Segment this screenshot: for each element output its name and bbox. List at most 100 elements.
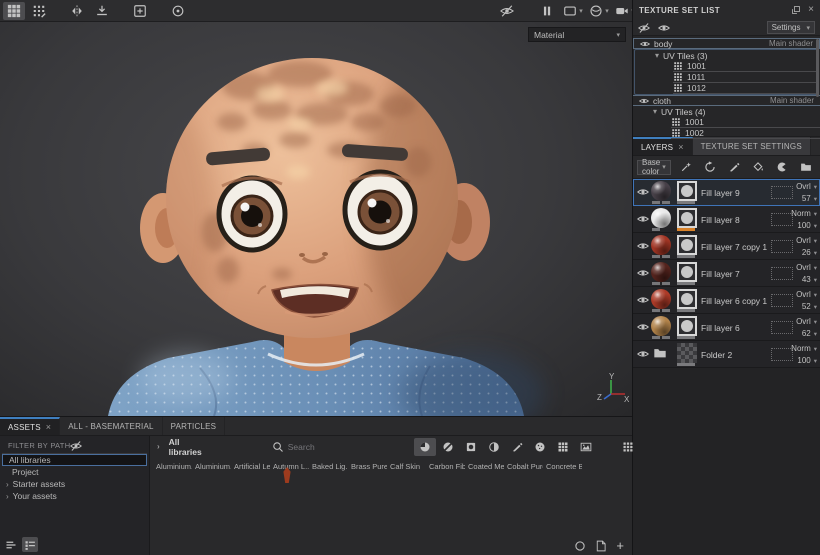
uv-tiles-header[interactable]: ▾UV Tiles (3) (635, 50, 818, 61)
hide-filter-icon[interactable] (70, 440, 82, 452)
search-input[interactable] (288, 442, 408, 452)
layer-name[interactable]: Fill layer 7 copy 1 (701, 242, 767, 252)
blend-mode-dropdown[interactable]: Ovrl▾ (796, 235, 817, 247)
layer-mask-thumbnail[interactable] (677, 262, 697, 282)
filter-smart-masks-icon[interactable] (460, 438, 482, 456)
library-item-starter-assets[interactable]: ›Starter assets (2, 478, 147, 490)
symmetry-x-icon[interactable] (66, 2, 88, 20)
layer-row[interactable]: Fill layer 8 Norm▾ 100▾ (633, 206, 820, 233)
layer-name[interactable]: Fill layer 6 (701, 323, 740, 333)
uv-tile-row[interactable]: 1002 (671, 128, 820, 139)
uv-tile-row[interactable]: 1011 (673, 72, 818, 83)
add-group-icon[interactable] (795, 158, 817, 176)
add-effect-icon[interactable] (675, 158, 697, 176)
layer-row[interactable]: Fill layer 6 Ovrl▾ 62▾ (633, 314, 820, 341)
layer-row[interactable]: Fill layer 7 copy 1 Ovrl▾ 26▾ (633, 233, 820, 260)
filter-filters-icon[interactable] (483, 438, 505, 456)
uv-tile-paint-icon[interactable] (28, 2, 50, 20)
layer-mask-thumbnail[interactable] (677, 289, 697, 309)
add-fill-layer-icon[interactable] (747, 158, 769, 176)
layer-name[interactable]: Fill layer 6 copy 1 (701, 296, 767, 306)
layer-opacity-dropdown[interactable]: 43▾ (796, 274, 817, 286)
shader-mode-icon[interactable]: ▾ (588, 2, 610, 20)
layer-mask-thumbnail[interactable] (677, 181, 697, 201)
search-box[interactable] (272, 441, 408, 453)
center-pivot-icon[interactable] (167, 2, 189, 20)
layer-mask-thumbnail[interactable] (677, 316, 697, 336)
library-item-project[interactable]: Project (2, 466, 147, 478)
blend-mode-dropdown[interactable]: Ovrl▾ (796, 262, 817, 274)
layer-opacity-dropdown[interactable]: 100▾ (791, 220, 817, 232)
display-settings-icon[interactable] (617, 438, 639, 456)
material-tile[interactable] (582, 460, 621, 471)
tab-assets[interactable]: ASSETS × (0, 417, 60, 435)
layer-row[interactable]: Fill layer 9 Ovrl▾ 57▾ (633, 179, 820, 206)
layer-opacity-dropdown[interactable]: 52▾ (796, 301, 817, 313)
filter-materials-icon[interactable] (414, 438, 436, 456)
layer-visibility-icon[interactable] (637, 348, 649, 360)
close-tab-icon[interactable]: × (678, 142, 683, 152)
thumbnail-view-toggle-icon[interactable] (22, 537, 38, 552)
blend-mode-dropdown[interactable]: Ovrl▾ (796, 316, 817, 328)
tab-layers[interactable]: LAYERS × (633, 137, 693, 155)
filter-smart-materials-icon[interactable] (437, 438, 459, 456)
material-tile[interactable]: Artificial Le... (231, 460, 270, 471)
3d-viewport[interactable]: Material ▾ Y X Z (0, 22, 632, 416)
layer-opacity-dropdown[interactable]: 100▾ (791, 355, 817, 367)
tab-all-basematerial[interactable]: ALL - BASEMATERIAL (60, 417, 162, 435)
material-tile[interactable]: Concrete B... (543, 460, 582, 471)
layer-name[interactable]: Folder 2 (701, 350, 732, 360)
filter-brushes-icon[interactable] (506, 438, 528, 456)
close-tab-icon[interactable]: × (46, 422, 51, 432)
list-view-toggle-icon[interactable] (3, 537, 19, 552)
material-tile[interactable]: Aluminium... (153, 460, 192, 471)
scrollbar[interactable] (816, 39, 819, 97)
layer-visibility-icon[interactable] (637, 213, 649, 225)
layer-thumbnail[interactable] (651, 208, 671, 228)
layer-name[interactable]: Fill layer 9 (701, 188, 740, 198)
add-smart-mask-icon[interactable] (771, 158, 793, 176)
layer-mask-thumbnail[interactable] (677, 235, 697, 255)
layer-visibility-icon[interactable] (637, 240, 649, 252)
blend-mode-dropdown[interactable]: Norm▾ (791, 208, 817, 220)
layer-opacity-dropdown[interactable]: 57▾ (796, 193, 817, 205)
blend-mode-dropdown[interactable]: Ovrl▾ (796, 289, 817, 301)
uv-tile-row[interactable]: 1001 (671, 117, 820, 128)
layer-row[interactable]: Fill layer 6 copy 1 Ovrl▾ 52▾ (633, 287, 820, 314)
texture-set-row-body[interactable]: body Main shader (633, 38, 820, 49)
add-frame-icon[interactable] (129, 2, 151, 20)
layer-visibility-icon[interactable] (637, 294, 649, 306)
material-tile[interactable]: Coated Me... (465, 460, 504, 471)
layer-opacity-dropdown[interactable]: 26▾ (796, 247, 817, 259)
material-tile[interactable]: Cobalt Pure (504, 460, 543, 471)
close-panel-icon[interactable]: × (808, 5, 814, 15)
filter-textures-icon[interactable] (552, 438, 574, 456)
blend-mode-dropdown[interactable]: Ovrl▾ (796, 181, 817, 193)
layer-name[interactable]: Fill layer 7 (701, 269, 740, 279)
undock-panel-icon[interactable] (791, 5, 801, 15)
uv-tile-grid-icon[interactable] (3, 2, 25, 20)
filter-environments-icon[interactable] (575, 438, 597, 456)
pause-engine-icon[interactable] (536, 2, 558, 20)
layer-name[interactable]: Fill layer 8 (701, 215, 740, 225)
layer-row[interactable]: Fill layer 7 Ovrl▾ 43▾ (633, 260, 820, 287)
layer-group-row[interactable]: Folder 2 Norm▾ 100▾ (633, 341, 820, 368)
layer-thumbnail[interactable] (651, 235, 671, 255)
library-item-your-assets[interactable]: ›Your assets (2, 490, 147, 502)
layer-thumbnail[interactable] (651, 316, 671, 336)
add-smart-material-icon[interactable] (699, 158, 721, 176)
breadcrumb[interactable]: › All libraries (157, 437, 202, 457)
layer-thumbnail[interactable] (651, 262, 671, 282)
hide-all-sets-icon[interactable] (638, 22, 650, 34)
tab-texture-set-settings[interactable]: TEXTURE SET SETTINGS (693, 137, 811, 155)
library-item-all-libraries[interactable]: All libraries (2, 454, 147, 466)
layer-visibility-icon[interactable] (637, 186, 649, 198)
display-mode-icon[interactable]: ▾ (562, 2, 584, 20)
tab-particles[interactable]: PARTICLES (163, 417, 226, 435)
material-tile[interactable]: Calf Skin (387, 460, 426, 471)
viewport-display-mode-dropdown[interactable]: Material ▾ (528, 27, 626, 42)
filter-alphas-icon[interactable] (529, 438, 551, 456)
layer-mask-thumbnail[interactable] (677, 208, 697, 228)
material-tile[interactable]: Autumn L... (270, 460, 309, 471)
add-paint-layer-icon[interactable] (723, 158, 745, 176)
